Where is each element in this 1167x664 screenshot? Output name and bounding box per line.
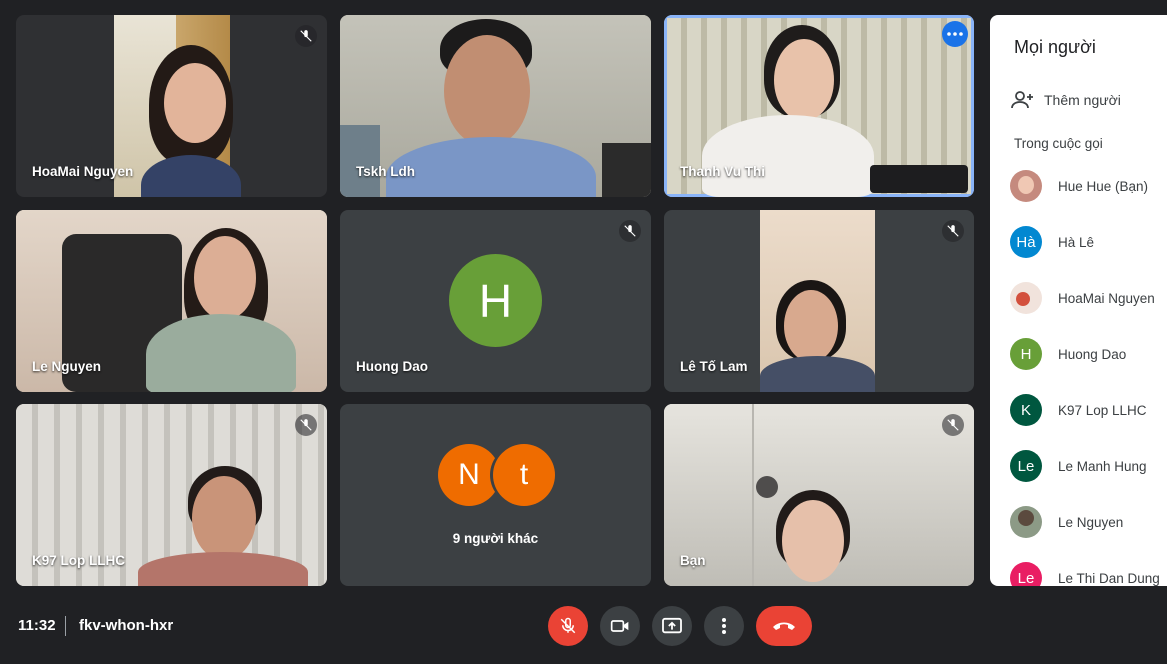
avatar: Le <box>1010 450 1042 482</box>
end-call-icon <box>773 622 795 630</box>
avatar <box>1010 506 1042 538</box>
video-tile-hoamai[interactable]: HoaMai Nguyen <box>16 15 327 197</box>
participant-name: Le Nguyen <box>32 359 102 374</box>
participant-name: HoaMai Nguyen <box>1058 290 1155 306</box>
camera-icon <box>610 620 629 632</box>
list-item[interactable]: Hue Hue (Bạn) <box>1010 170 1148 202</box>
mic-off-icon <box>619 220 641 242</box>
avatar-initial: t <box>519 458 529 491</box>
current-time: 11:32 <box>18 617 56 634</box>
video-tile-k97[interactable]: K97 Lop LLHC <box>16 404 327 586</box>
avatar: t <box>493 444 555 506</box>
video-tile-le-nguyen[interactable]: Le Nguyen <box>16 210 327 392</box>
add-people-button[interactable]: Thêm người <box>1010 90 1121 110</box>
mic-off-icon <box>295 414 317 436</box>
avatar <box>1010 282 1042 314</box>
participant-name: Thanh Vu Thi <box>680 164 765 179</box>
more-options-icon[interactable] <box>942 21 968 47</box>
meeting-code: fkv-whon-hxr <box>79 617 174 634</box>
leave-call-button[interactable] <box>756 606 812 646</box>
avatar: N <box>438 444 500 506</box>
avatar: H <box>1010 338 1042 370</box>
participant-name: K97 Lop LLHC <box>1058 402 1147 418</box>
participant-name: HoaMai Nguyen <box>32 164 134 179</box>
video-feed <box>664 404 974 586</box>
avatar: Hà <box>1010 226 1042 258</box>
participant-name: Lê Tố Lam <box>680 359 748 374</box>
avatar-initial: K <box>1020 401 1031 419</box>
avatar-initial: N <box>458 458 480 491</box>
video-tile-thanh[interactable]: Thanh Vu Thi <box>664 15 974 197</box>
list-item[interactable]: K K97 Lop LLHC <box>1010 394 1147 426</box>
more-options-button[interactable] <box>704 606 744 646</box>
mic-off-icon <box>560 617 576 634</box>
mic-off-icon <box>942 414 964 436</box>
participant-name: Hà Lê <box>1058 234 1095 250</box>
add-people-label: Thêm người <box>1044 92 1121 108</box>
list-item[interactable]: Le Le Thi Dan Dung <box>1010 562 1160 586</box>
avatar <box>1010 170 1042 202</box>
others-tile[interactable]: N t 9 người khác <box>340 404 651 586</box>
participant-name: Huong Dao <box>1058 346 1127 362</box>
avatar-initial: H <box>1020 345 1032 363</box>
present-screen-button[interactable] <box>652 606 692 646</box>
list-item[interactable]: Hà Hà Lê <box>1010 226 1094 258</box>
video-tile-self[interactable]: Bạn <box>664 404 974 586</box>
avatar-initial: Le <box>1017 569 1035 587</box>
avatar-initial: H <box>478 274 513 327</box>
list-item[interactable]: Le Le Manh Hung <box>1010 450 1147 482</box>
avatar: Le <box>1010 562 1042 586</box>
mic-off-icon <box>942 220 964 242</box>
avatar: K <box>1010 394 1042 426</box>
participant-name: Huong Dao <box>356 359 428 374</box>
participant-name: Bạn <box>680 553 706 568</box>
others-count-label: 9 người khác <box>452 531 539 546</box>
avatar: H <box>449 254 542 347</box>
avatar-initial: Hà <box>1016 233 1036 251</box>
participant-name: Hue Hue (Bạn) <box>1058 178 1149 194</box>
list-item[interactable]: Le Nguyen <box>1010 506 1123 538</box>
list-item[interactable]: H Huong Dao <box>1010 338 1126 370</box>
camera-toggle-button[interactable] <box>600 606 640 646</box>
mic-off-icon <box>295 25 317 47</box>
add-person-icon <box>1011 91 1033 109</box>
video-tile-huong-dao[interactable]: H Huong Dao <box>340 210 651 392</box>
panel-title: Mọi người <box>1014 37 1096 57</box>
participant-name: Le Manh Hung <box>1058 458 1147 474</box>
people-panel: Mọi người Thêm người Trong cuộc gọi Hue … <box>990 15 1167 586</box>
video-tile-le-to-lam[interactable]: Lê Tố Lam <box>664 210 974 392</box>
avatar-initial: Le <box>1017 457 1035 475</box>
more-vert-icon <box>722 618 726 634</box>
participant-name: Le Nguyen <box>1058 514 1124 530</box>
divider <box>65 616 66 636</box>
video-tile-tskh[interactable]: Tskh Ldh <box>340 15 651 197</box>
participant-name: Tskh Ldh <box>356 164 415 179</box>
in-call-section-label: Trong cuộc gọi <box>1014 136 1103 151</box>
present-icon <box>662 617 682 634</box>
microphone-toggle-button[interactable] <box>548 606 588 646</box>
participant-name: K97 Lop LLHC <box>32 553 125 568</box>
participant-name: Le Thi Dan Dung <box>1058 570 1160 586</box>
list-item[interactable]: HoaMai Nguyen <box>1010 282 1155 314</box>
